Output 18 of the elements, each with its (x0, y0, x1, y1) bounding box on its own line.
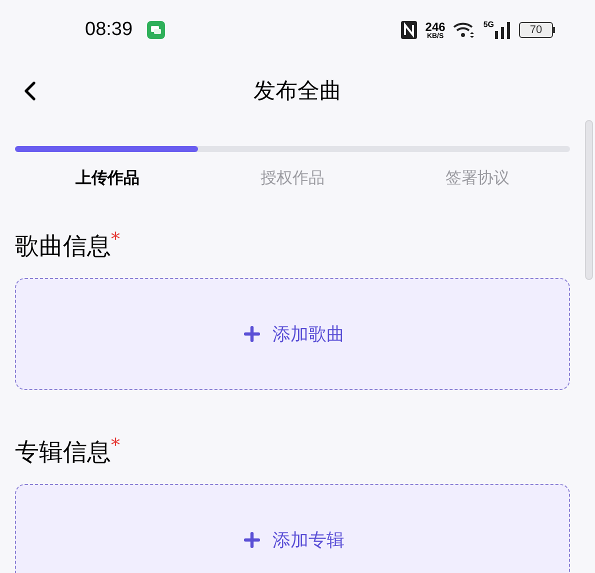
battery-indicator: 70 (519, 22, 555, 38)
signal-icon (495, 21, 511, 39)
step-tab[interactable]: 上传作品 (15, 166, 200, 190)
page-title: 发布全曲 (254, 78, 342, 106)
step-tab[interactable]: 授权作品 (200, 166, 385, 190)
section-title: 歌曲信息 (15, 231, 111, 262)
section-title: 专辑信息 (15, 437, 111, 468)
status-time: 08:39 (85, 18, 133, 42)
network-speed: 246 (425, 20, 446, 32)
required-mark: * (111, 436, 120, 456)
add-button[interactable]: 添加专辑 (15, 484, 570, 573)
wifi-icon (453, 22, 476, 38)
required-mark: * (111, 230, 120, 250)
add-button[interactable]: 添加歌曲 (15, 278, 570, 390)
chat-app-icon (146, 21, 165, 39)
nfc-icon (401, 21, 418, 39)
signal-type: 5G (483, 21, 494, 29)
step-tab[interactable]: 签署协议 (385, 166, 570, 190)
